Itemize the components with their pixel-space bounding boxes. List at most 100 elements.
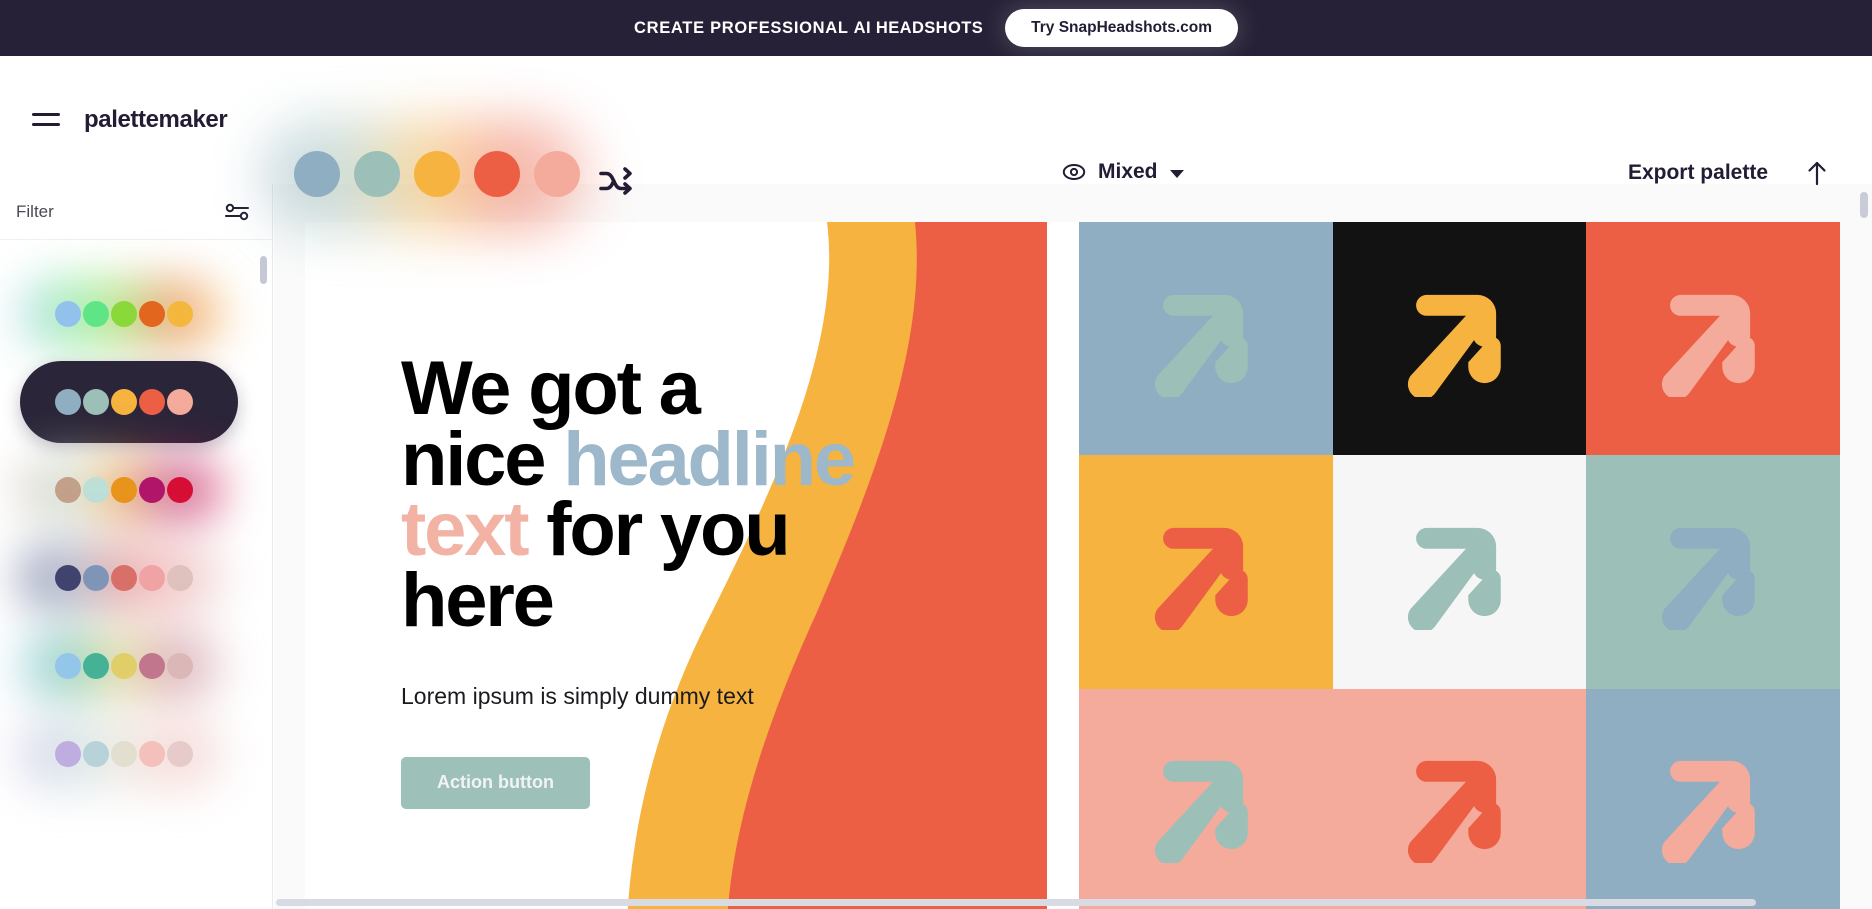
header-swatch-1[interactable] (294, 151, 340, 197)
hamburger-bar (32, 112, 60, 116)
header-swatch-2[interactable] (354, 151, 400, 197)
swatch[interactable] (83, 565, 109, 591)
palette-list-item-4[interactable] (0, 534, 272, 622)
promo-text-bold: AI HEADSHOTS (853, 18, 984, 37)
swatch[interactable] (83, 389, 109, 415)
header-swatch-5[interactable] (534, 151, 580, 197)
swatch[interactable] (55, 389, 81, 415)
swatch[interactable] (111, 477, 137, 503)
arrow-up-icon (1808, 161, 1826, 186)
header-current-palette (294, 151, 580, 197)
arrow-mark-logo-icon (1662, 294, 1755, 397)
swatch[interactable] (139, 477, 165, 503)
color-mode-label: Mixed (1098, 160, 1158, 183)
arrow-mark-logo-icon (1408, 761, 1502, 864)
logo-tile-9[interactable] (1586, 688, 1840, 909)
logo-tile-5[interactable] (1332, 455, 1587, 689)
swatch[interactable] (83, 301, 109, 327)
palette-swatches (55, 653, 193, 679)
logo-tile-3[interactable] (1586, 222, 1840, 456)
swatch[interactable] (139, 565, 165, 591)
canvas-vertical-scrollbar-thumb[interactable] (1860, 192, 1868, 218)
logo-grid-preview (1079, 222, 1840, 909)
swatch[interactable] (167, 653, 193, 679)
palette-swatches (55, 389, 193, 415)
palette-list (0, 240, 272, 798)
arrow-mark-logo-icon (1408, 527, 1502, 630)
swatch[interactable] (167, 389, 193, 415)
arrow-mark-logo-icon (1154, 527, 1248, 630)
arrow-mark-logo-icon (1154, 761, 1248, 864)
shuffle-icon[interactable] (598, 166, 634, 196)
palette-sidebar: Filter (0, 184, 273, 909)
arrow-mark-logo-icon (1408, 294, 1502, 397)
swatch[interactable] (55, 741, 81, 767)
palette-list-item-2-selected[interactable] (0, 358, 272, 446)
hero-preview: We got a nice headline text for you here… (305, 222, 1047, 909)
swatch[interactable] (83, 477, 109, 503)
swatch[interactable] (167, 477, 193, 503)
palette-swatches (55, 741, 193, 767)
promo-banner: CREATE PROFESSIONAL AI HEADSHOTS Try Sna… (0, 0, 1872, 56)
logo-tile-1[interactable] (1079, 222, 1333, 456)
swatch[interactable] (139, 741, 165, 767)
promo-banner-text: CREATE PROFESSIONAL AI HEADSHOTS (634, 19, 983, 38)
palette-list-item-3[interactable] (0, 446, 272, 534)
promo-text-plain: CREATE PROFESSIONAL (633, 18, 854, 37)
swatch[interactable] (139, 389, 165, 415)
logo-tile-6[interactable] (1586, 455, 1840, 689)
palette-list-item-6[interactable] (0, 710, 272, 798)
swatch[interactable] (167, 565, 193, 591)
hero-content: We got a nice headline text for you here… (401, 346, 871, 809)
header-swatch-4[interactable] (474, 151, 520, 197)
swatch[interactable] (111, 389, 137, 415)
swatch[interactable] (55, 477, 81, 503)
preview-canvas: We got a nice headline text for you here… (274, 184, 1872, 909)
headline-line-4: here (401, 558, 555, 644)
app-header: palettemaker Mixed Export palette (0, 56, 1872, 232)
app-logo-text[interactable]: palettemaker (84, 106, 228, 134)
canvas-horizontal-scrollbar-thumb[interactable] (276, 899, 1756, 906)
arrow-mark-logo-icon (1662, 527, 1755, 630)
swatch[interactable] (139, 301, 165, 327)
headline-line-1: We got a (401, 346, 701, 431)
hamburger-bar (32, 122, 60, 126)
headline-line-2: nice headline (401, 421, 871, 497)
swatch[interactable] (55, 653, 81, 679)
swatch[interactable] (111, 565, 137, 591)
export-palette-label: Export palette (1627, 161, 1768, 184)
export-palette-button[interactable]: Export palette (1628, 160, 1828, 186)
logo-tile-7[interactable] (1079, 688, 1333, 909)
swatch[interactable] (167, 301, 193, 327)
palette-swatches (55, 565, 193, 591)
palette-swatches (55, 301, 193, 327)
palette-list-item-1[interactable] (0, 270, 272, 358)
swatch[interactable] (55, 301, 81, 327)
promo-cta-button[interactable]: Try SnapHeadshots.com (1005, 9, 1239, 47)
headline-word-foryou: for you (527, 487, 790, 573)
swatch[interactable] (167, 741, 193, 767)
swatch[interactable] (83, 741, 109, 767)
logo-tile-4[interactable] (1079, 455, 1333, 689)
logo-tile-8[interactable] (1332, 688, 1587, 909)
header-swatch-3[interactable] (414, 151, 460, 197)
arrow-mark-logo-icon (1154, 294, 1248, 397)
swatch[interactable] (83, 653, 109, 679)
swatch[interactable] (55, 565, 81, 591)
hero-action-button[interactable]: Action button (401, 756, 590, 809)
palette-list-item-5[interactable] (0, 622, 272, 710)
swatch[interactable] (111, 741, 137, 767)
chevron-down-icon (1169, 169, 1184, 178)
swatch[interactable] (139, 653, 165, 679)
swatch[interactable] (111, 653, 137, 679)
color-mode-selector[interactable]: Mixed (1062, 160, 1184, 184)
swatch[interactable] (111, 301, 137, 327)
filter-bar: Filter (0, 184, 272, 240)
arrow-mark-logo-icon (1662, 761, 1755, 864)
preview-board: We got a nice headline text for you here… (305, 222, 1840, 909)
logo-tile-2[interactable] (1332, 222, 1587, 456)
sliders-icon[interactable] (224, 201, 250, 223)
eye-icon (1062, 164, 1086, 180)
hamburger-menu-icon[interactable] (28, 102, 68, 136)
headline-line-3: text for you (401, 492, 871, 568)
